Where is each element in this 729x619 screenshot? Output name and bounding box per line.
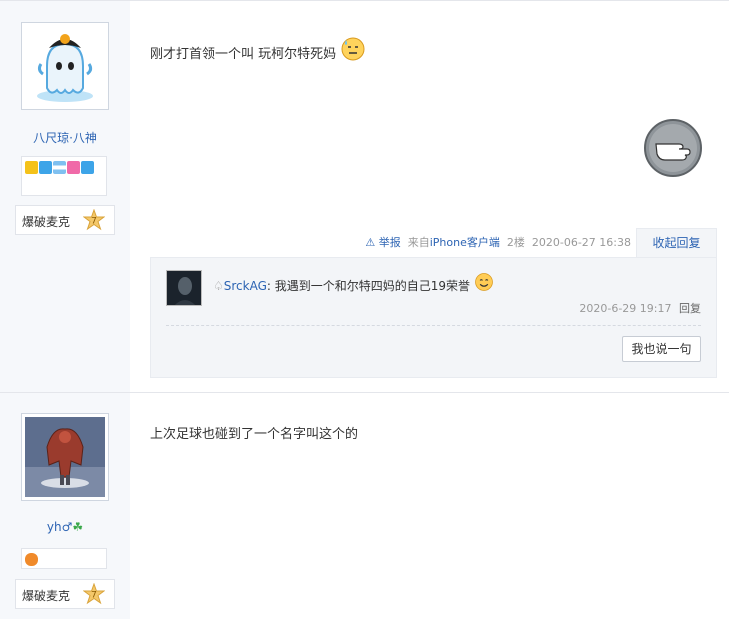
say-something-button[interactable]: 我也说一句 (622, 336, 701, 362)
username-line: yh♂☘ (0, 520, 130, 534)
grin-face-emoji-icon (475, 273, 493, 291)
clover-icon: ☘ (72, 520, 84, 534)
god-badge-icon[interactable] (81, 161, 94, 174)
post-text-line: 刚才打首领一个叫 玩柯尔特死妈 (150, 37, 366, 62)
post-time: 2020-06-27 16:38 (531, 236, 631, 249)
post-meta: ⚠ 举报 来自iPhone客户端 2楼 2020-06-27 16:38 (365, 234, 631, 250)
post: 八尺琼·八神 爆破麦克 7 刚才打首领一个叫 玩柯尔特死妈 ⚠ 举报 来自iPh… (0, 0, 729, 393)
report-label: 举报 (378, 236, 401, 249)
sun-badge-icon[interactable] (25, 161, 38, 174)
reply-avatar[interactable] (166, 270, 202, 306)
badge-list (21, 156, 107, 196)
reply-link[interactable]: 回复 (679, 302, 701, 315)
avatar[interactable] (21, 413, 109, 501)
reply-divider (166, 325, 701, 326)
level-star-icon: 7 (83, 583, 105, 605)
reply-time: 2020-6-29 19:17 (579, 302, 672, 315)
rank-name: 爆破麦克 (22, 589, 71, 603)
warrior-avatar-icon (25, 417, 105, 497)
report-link[interactable]: ⚠ 举报 (365, 236, 400, 249)
avatar[interactable] (21, 22, 109, 110)
sweat-face-emoji-icon (341, 37, 365, 61)
game-badge-icon[interactable] (25, 553, 38, 566)
reply-area: ♤SrckAG: 我遇到一个和尔特四妈的自己19荣誉 2020-6-29 19:… (150, 257, 717, 378)
ghost-avatar-icon (25, 26, 105, 106)
rank-level-number: 7 (91, 217, 97, 227)
post-content: 上次足球也碰到了一个名字叫这个的 (130, 393, 729, 619)
reply-meta: 2020-6-29 19:17 回复 (579, 300, 701, 316)
reply-username[interactable]: SrckAG (224, 279, 267, 293)
reply-line: ♤SrckAG: 我遇到一个和尔特四妈的自己19荣誉 (213, 273, 494, 294)
user-rank: 爆破麦克 7 (15, 205, 115, 235)
rank-name: 爆破麦克 (22, 215, 71, 229)
post-text: 刚才打首领一个叫 玩柯尔特死妈 (150, 47, 337, 62)
rank-level-number: 7 (91, 591, 97, 601)
post-content: 刚才打首领一个叫 玩柯尔特死妈 ⚠ 举报 来自iPhone客户端 2楼 2020… (130, 1, 729, 393)
level-star-icon: 7 (83, 209, 105, 231)
collapse-replies-button[interactable]: 收起回复 (636, 228, 717, 258)
flag-badge-icon[interactable] (53, 161, 66, 174)
user-sidebar: 八尺琼·八神 爆破麦克 7 (0, 1, 130, 393)
ribbon-badge-icon[interactable] (67, 161, 80, 174)
post: yh♂☘ 爆破麦克 7 上次足球也碰到了一个名字叫这个的 (0, 392, 729, 619)
floor-number: 2楼 (506, 236, 525, 249)
username[interactable]: yh♂ (47, 520, 72, 534)
reply-text: 我遇到一个和尔特四妈的自己19荣誉 (274, 279, 471, 293)
client-link[interactable]: iPhone客户端 (430, 236, 500, 249)
reply-separator: : (266, 279, 271, 293)
user-rank: 爆破麦克 7 (15, 579, 115, 609)
user-sidebar: yh♂☘ 爆破麦克 7 (0, 393, 130, 619)
username[interactable]: 八尺琼·八神 (0, 129, 130, 146)
from-prefix: 来自 (407, 236, 430, 249)
wave-badge-icon[interactable] (39, 161, 52, 174)
pointing-hand-icon (644, 119, 702, 177)
badge-list (21, 548, 107, 569)
post-text: 上次足球也碰到了一个名字叫这个的 (150, 427, 359, 442)
reply-avatar-image (167, 271, 201, 305)
